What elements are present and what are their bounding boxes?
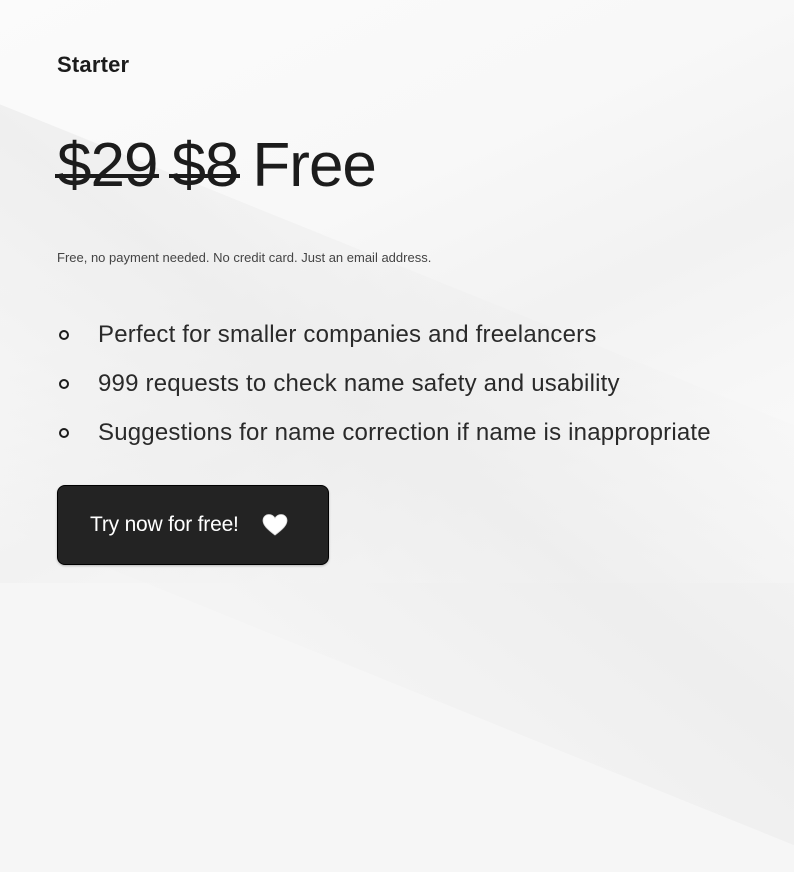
list-item: Perfect for smaller companies and freela… bbox=[57, 310, 711, 359]
price-note: Free, no payment needed. No credit card.… bbox=[57, 250, 432, 265]
bullet-circle-icon bbox=[59, 329, 69, 340]
feature-text: Suggestions for name correction if name … bbox=[98, 418, 711, 446]
feature-text: Perfect for smaller companies and freela… bbox=[98, 320, 597, 348]
old-price-2: $8 bbox=[169, 126, 241, 206]
try-free-button[interactable]: Try now for free! bbox=[57, 485, 329, 565]
try-free-button-label: Try now for free! bbox=[90, 513, 239, 536]
heart-icon bbox=[262, 513, 288, 537]
bullet-circle-icon bbox=[59, 378, 69, 389]
bullet-circle-icon bbox=[59, 427, 69, 438]
pricing-card: Starter $29 $8 Free Free, no payment neede… bbox=[0, 0, 794, 583]
list-item: 999 requests to check name safety and us… bbox=[57, 359, 711, 408]
feature-list: Perfect for smaller companies and freela… bbox=[57, 310, 711, 457]
price-row: $29 $8 Free bbox=[54, 126, 377, 206]
old-price-1: $29 bbox=[54, 126, 160, 206]
list-item: Suggestions for name correction if name … bbox=[57, 408, 711, 457]
current-price: Free bbox=[252, 131, 376, 200]
plan-name: Starter bbox=[57, 52, 130, 77]
feature-text: 999 requests to check name safety and us… bbox=[98, 369, 620, 397]
